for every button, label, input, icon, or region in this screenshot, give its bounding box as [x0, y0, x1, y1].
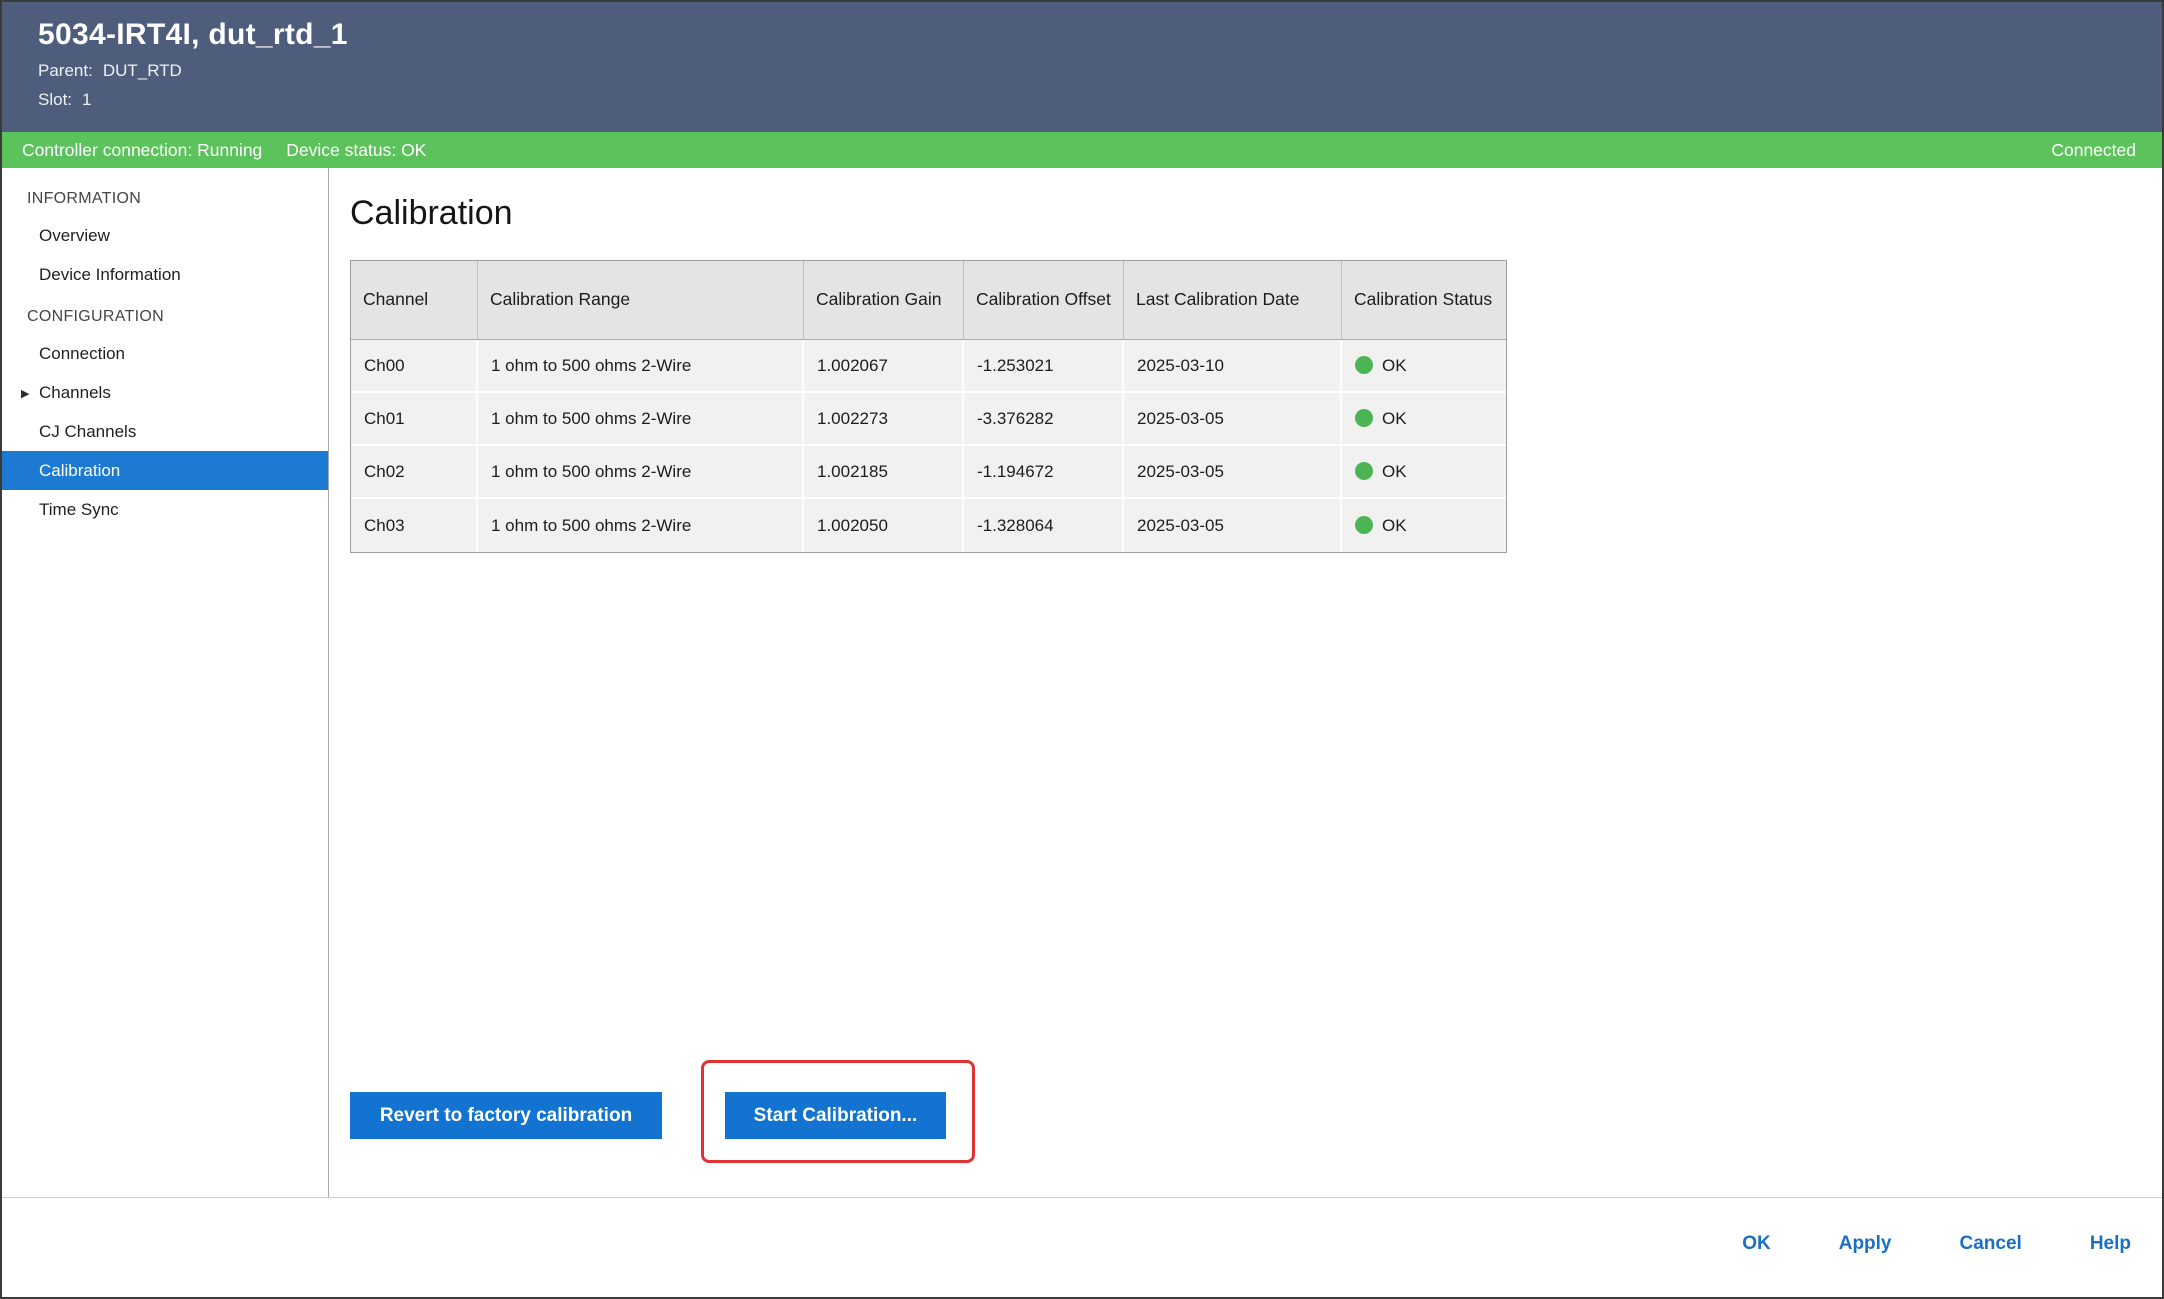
- device-parent-row: Parent: DUT_RTD: [38, 61, 2162, 81]
- expand-arrow-icon[interactable]: ▶: [21, 375, 39, 414]
- status-ok-icon: [1355, 356, 1373, 374]
- device-title: 5034-IRT4I, dut_rtd_1: [38, 18, 2162, 52]
- table-row: Ch01 1 ohm to 500 ohms 2-Wire 1.002273 -…: [351, 393, 1506, 446]
- cell-gain: 1.002185: [804, 446, 964, 499]
- page-title: Calibration: [350, 194, 513, 233]
- cell-channel: Ch01: [351, 393, 478, 446]
- status-text: OK: [1382, 462, 1407, 481]
- col-header-offset: Calibration Offset: [964, 261, 1124, 340]
- sidebar-item-device-information[interactable]: Device Information: [2, 255, 328, 294]
- col-header-gain: Calibration Gain: [804, 261, 964, 340]
- table-row: Ch02 1 ohm to 500 ohms 2-Wire 1.002185 -…: [351, 446, 1506, 499]
- sidebar-item-calibration[interactable]: Calibration: [2, 451, 328, 490]
- status-ok-icon: [1355, 409, 1373, 427]
- cell-status: OK: [1342, 499, 1506, 552]
- col-header-status: Calibration Status: [1342, 261, 1506, 340]
- sidebar-item-channels[interactable]: ▶Channels: [2, 373, 328, 412]
- cell-gain: 1.002050: [804, 499, 964, 552]
- cell-date: 2025-03-05: [1124, 499, 1342, 552]
- ok-button[interactable]: OK: [1742, 1233, 1771, 1255]
- status-ok-icon: [1355, 516, 1373, 534]
- cell-range: 1 ohm to 500 ohms 2-Wire: [478, 446, 804, 499]
- start-calibration-button[interactable]: Start Calibration...: [725, 1092, 946, 1139]
- device-configuration-window: 5034-IRT4I, dut_rtd_1 Parent: DUT_RTD Slo…: [0, 0, 2164, 1299]
- status-text: OK: [1382, 409, 1407, 428]
- cell-channel: Ch00: [351, 340, 478, 393]
- sidebar-item-cj-channels[interactable]: CJ Channels: [2, 412, 328, 451]
- cell-offset: -1.253021: [964, 340, 1124, 393]
- help-button[interactable]: Help: [2090, 1233, 2131, 1255]
- status-bar: Controller connection: Running Device st…: [2, 132, 2162, 168]
- calibration-table: Channel Calibration Range Calibration Ga…: [350, 260, 1507, 553]
- sidebar-item-time-sync[interactable]: Time Sync: [2, 490, 328, 529]
- cell-offset: -3.376282: [964, 393, 1124, 446]
- cell-gain: 1.002273: [804, 393, 964, 446]
- sidebar-item-overview[interactable]: Overview: [2, 216, 328, 255]
- slot-value: 1: [82, 90, 91, 109]
- cell-status: OK: [1342, 393, 1506, 446]
- col-header-channel: Channel: [351, 261, 478, 340]
- revert-to-factory-button[interactable]: Revert to factory calibration: [350, 1092, 662, 1139]
- cell-range: 1 ohm to 500 ohms 2-Wire: [478, 340, 804, 393]
- cell-date: 2025-03-05: [1124, 393, 1342, 446]
- sidebar-item-connection[interactable]: Connection: [2, 334, 328, 373]
- sidebar-section-information: INFORMATION: [27, 190, 328, 208]
- controller-connection-status: Controller connection: Running: [22, 140, 262, 161]
- device-status: Device status: OK: [286, 140, 426, 161]
- sidebar: INFORMATION Overview Device Information …: [2, 168, 328, 1193]
- apply-button[interactable]: Apply: [1839, 1233, 1892, 1255]
- device-slot-row: Slot: 1: [38, 90, 2162, 110]
- status-text: OK: [1382, 516, 1407, 535]
- col-header-date: Last Calibration Date: [1124, 261, 1342, 340]
- footer-divider: [2, 1197, 2162, 1198]
- cell-channel: Ch03: [351, 499, 478, 552]
- cell-gain: 1.002067: [804, 340, 964, 393]
- dialog-footer: OK Apply Cancel Help: [1742, 1233, 2131, 1255]
- parent-label: Parent:: [38, 61, 93, 80]
- cell-channel: Ch02: [351, 446, 478, 499]
- cell-offset: -1.328064: [964, 499, 1124, 552]
- table-header-row: Channel Calibration Range Calibration Ga…: [351, 261, 1506, 340]
- status-text: OK: [1382, 356, 1407, 375]
- connection-state: Connected: [2051, 140, 2136, 161]
- sidebar-section-configuration: CONFIGURATION: [27, 308, 328, 326]
- parent-value: DUT_RTD: [103, 61, 182, 80]
- sidebar-item-channels-label: Channels: [39, 383, 111, 402]
- cell-status: OK: [1342, 446, 1506, 499]
- sidebar-divider: [328, 168, 329, 1197]
- slot-label: Slot:: [38, 90, 72, 109]
- table-row: Ch00 1 ohm to 500 ohms 2-Wire 1.002067 -…: [351, 340, 1506, 393]
- cancel-button[interactable]: Cancel: [1960, 1233, 2022, 1255]
- device-header: 5034-IRT4I, dut_rtd_1 Parent: DUT_RTD Slo…: [2, 2, 2162, 132]
- cell-range: 1 ohm to 500 ohms 2-Wire: [478, 393, 804, 446]
- table-row: Ch03 1 ohm to 500 ohms 2-Wire 1.002050 -…: [351, 499, 1506, 552]
- cell-status: OK: [1342, 340, 1506, 393]
- cell-date: 2025-03-05: [1124, 446, 1342, 499]
- status-bar-left: Controller connection: Running Device st…: [22, 140, 426, 161]
- status-ok-icon: [1355, 462, 1373, 480]
- cell-date: 2025-03-10: [1124, 340, 1342, 393]
- cell-range: 1 ohm to 500 ohms 2-Wire: [478, 499, 804, 552]
- cell-offset: -1.194672: [964, 446, 1124, 499]
- col-header-range: Calibration Range: [478, 261, 804, 340]
